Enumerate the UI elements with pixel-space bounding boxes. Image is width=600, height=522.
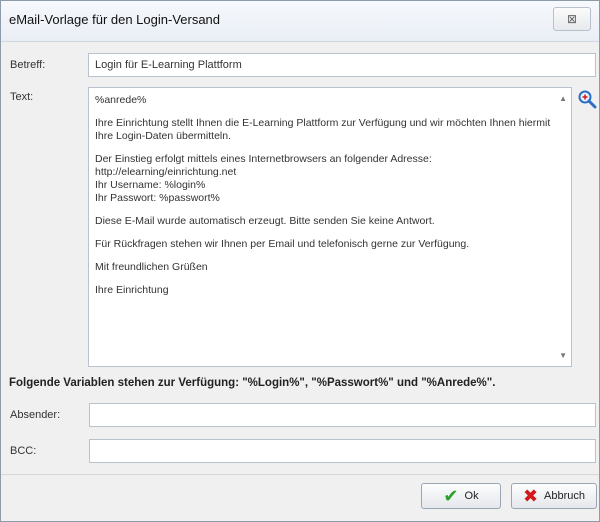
variables-hint: Folgende Variablen stehen zur Verfügung:… [9,377,496,389]
text-line-auto: Diese E-Mail wurde automatisch erzeugt. … [95,215,435,227]
sender-label: Absender: [10,409,61,421]
close-icon: ⊠ [566,12,578,26]
sender-input[interactable] [89,403,596,427]
text-line-contact: Für Rückfragen stehen wir Ihnen per Emai… [95,238,470,250]
bcc-input[interactable] [89,439,596,463]
text-line-username: Ihr Username: %login% [95,179,206,191]
text-line-url: http://elearning/einrichtung.net [95,166,237,178]
email-text-area[interactable]: %anrede% Ihre Einrichtung stellt Ihnen d… [88,87,572,367]
text-label: Text: [10,91,34,103]
title-bar: eMail-Vorlage für den Login-Versand ⊠ [1,1,599,42]
subject-input[interactable]: Login für E-Learning Plattform [88,53,596,77]
text-line-access: Der Einstieg erfolgt mittels eines Inter… [95,153,432,165]
subject-label: Betreff: [10,59,46,71]
magnifier-icon[interactable] [577,89,597,109]
scroll-down-arrow[interactable]: ▼ [559,351,567,360]
text-line-intro: Ihre Einrichtung stellt Ihnen die E-Lear… [95,117,551,142]
text-line-regards: Mit freundlichen Grüßen [95,261,208,273]
cancel-label: Abbruch [544,490,586,502]
scroll-up-arrow[interactable]: ▲ [559,94,567,103]
text-line-password: Ihr Passwort: %passwort% [95,192,220,204]
cancel-button[interactable]: ✖ Abbruch [511,483,597,509]
text-line-greeting: %anrede% [95,94,147,106]
ok-label: Ok [464,490,479,502]
checkmark-icon: ✔ [443,486,459,506]
close-button[interactable]: ⊠ [553,7,591,31]
cross-icon: ✖ [522,486,539,506]
bcc-label: BCC: [10,445,37,457]
subject-value: Login für E-Learning Plattform [95,59,242,71]
footer-divider [1,474,599,475]
text-line-signature: Ihre Einrichtung [95,284,169,296]
window-title: eMail-Vorlage für den Login-Versand [9,12,221,27]
ok-button[interactable]: ✔ Ok [421,483,501,509]
dialog-window: eMail-Vorlage für den Login-Versand ⊠ Be… [0,0,600,522]
